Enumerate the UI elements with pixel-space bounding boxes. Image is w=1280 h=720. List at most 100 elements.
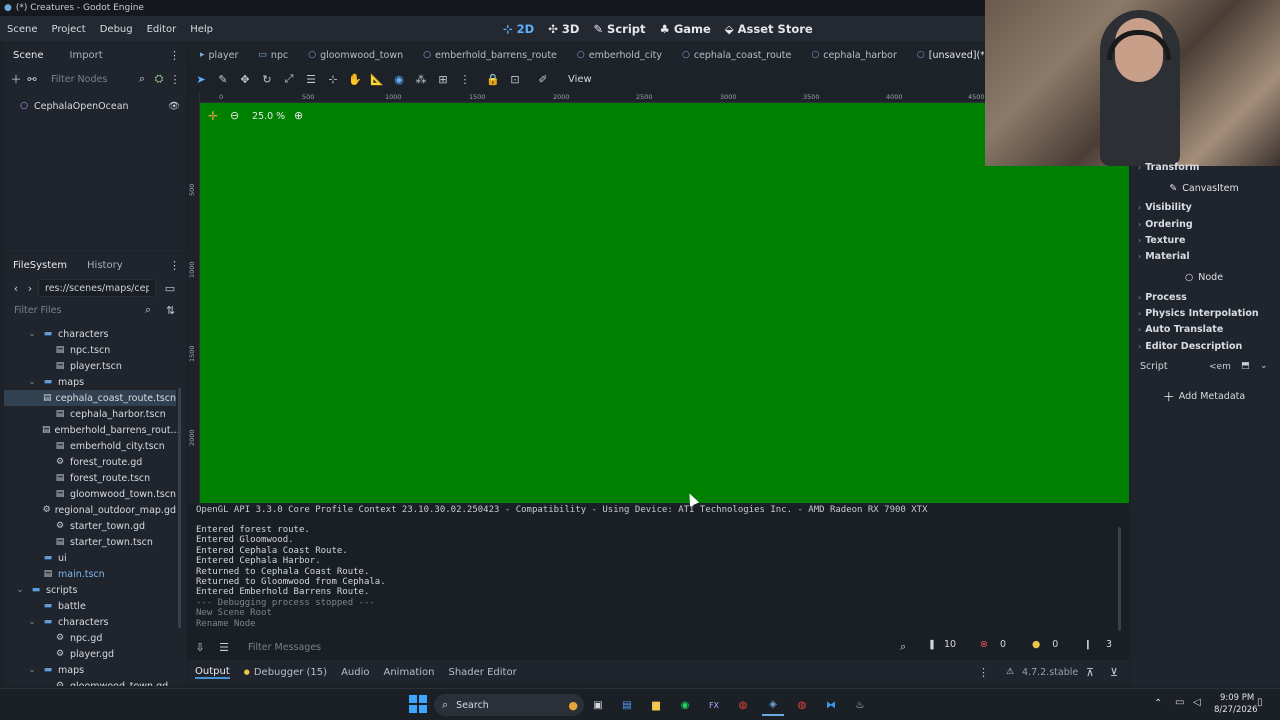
tab-output[interactable]: Output (195, 666, 230, 679)
file-item[interactable]: ▤ emberhold_city.tscn (4, 438, 176, 454)
smart-snap-icon[interactable]: ◉ (388, 68, 410, 90)
game-button[interactable]: ♣ Game (660, 22, 711, 36)
filter-files-input[interactable]: Filter Files (8, 301, 158, 319)
tab-shader-editor[interactable]: Shader Editor (448, 667, 516, 678)
scene-tab[interactable]: ○ gloomwood_town (308, 50, 403, 61)
more-icon[interactable]: ⋮ (978, 666, 989, 679)
notification-icon[interactable]: ▯ (1257, 697, 1263, 708)
file-item[interactable]: ▤ gloomwood_town.tscn (4, 486, 176, 502)
scene-tab[interactable]: ▭ npc (258, 50, 288, 61)
filter-all-toggle[interactable]: ❚ 10 (928, 639, 956, 650)
filter-nodes-input[interactable]: Filter Nodes (45, 70, 133, 88)
group-icon[interactable]: ⊡ (504, 68, 526, 90)
file-item[interactable]: ⚙ regional_outdoor_map.gd (4, 502, 176, 518)
menu-project[interactable]: Project (45, 24, 93, 35)
tab-filesystem[interactable]: FileSystem (4, 260, 73, 271)
inspector-section[interactable]: › Transform (1138, 162, 1199, 173)
snap-options-icon[interactable]: ⋮ (454, 68, 476, 90)
folder-item[interactable]: ⌄ ▬ maps (4, 662, 176, 678)
file-item[interactable]: ⚙ player.gd (4, 646, 176, 662)
layout-icon[interactable]: ⊼ (1086, 666, 1094, 679)
draw-tool-icon[interactable]: ✎ (212, 68, 234, 90)
scene-tab-active[interactable]: ○ [unsaved](*) (917, 50, 984, 61)
pivot-tool-icon[interactable]: ⊹ (322, 68, 344, 90)
chevron-down-icon[interactable]: ⌄ (26, 617, 38, 627)
tab-animation[interactable]: Animation (384, 667, 435, 678)
script-property-value[interactable]: <em (1209, 362, 1231, 372)
network-icon[interactable]: ▭ (1175, 697, 1184, 708)
add-node-icon[interactable]: ＋ (9, 71, 23, 87)
inspector-section[interactable]: › Texture (1138, 235, 1185, 246)
task-view-icon[interactable]: ▣ (587, 694, 609, 716)
folder-item[interactable]: ⌄ ▬ characters (4, 614, 176, 630)
inspector-section[interactable]: › Material (1138, 251, 1190, 262)
tray-chevron-icon[interactable]: ⌃ (1154, 698, 1162, 709)
windows-start-icon[interactable] (409, 695, 427, 713)
notepad-icon[interactable]: ▤ (616, 694, 638, 716)
file-item[interactable]: ▤ cephala_harbor.tscn (4, 406, 176, 422)
chevron-down-icon[interactable]: ⌄ (26, 377, 38, 387)
filter-errors-toggle[interactable]: ⊗ 0 (980, 639, 1006, 650)
inspector-category-header[interactable]: ✎ CanvasItem (1133, 183, 1275, 194)
zoom-out-icon[interactable]: ⊖ (230, 109, 239, 122)
file-item[interactable]: ▤ cephala_coast_route.tscn (4, 390, 176, 406)
view-menu[interactable]: View (568, 74, 592, 85)
scene-menu-icon[interactable]: ⋮ (169, 73, 181, 86)
scene-tab[interactable]: ○ cephala_coast_route (682, 50, 791, 61)
inspector-section[interactable]: › Ordering (1138, 219, 1193, 230)
2d-button[interactable]: ⊹ 2D (503, 22, 534, 36)
pan-tool-icon[interactable]: ✋ (344, 68, 366, 90)
scene-tab[interactable]: ○ emberhold_barrens_route (423, 50, 557, 61)
file-item[interactable]: ▤ forest_route.tscn (4, 470, 176, 486)
tab-history[interactable]: History (81, 260, 129, 271)
file-item[interactable]: ⚙ forest_route.gd (4, 454, 176, 470)
pin-panel-icon[interactable]: ⊻ (1110, 666, 1118, 679)
folder-item[interactable]: ⌄ ▬ characters (4, 326, 176, 342)
add-metadata-button[interactable]: ＋ Add Metadata (1160, 386, 1248, 406)
file-item[interactable]: ⚙ gloomwood_town.gd (4, 678, 176, 687)
select-tool-icon[interactable]: ➤ (190, 68, 212, 90)
volume-icon[interactable]: ◁ (1193, 697, 1201, 708)
3d-button[interactable]: ✣ 3D (548, 22, 579, 36)
inspector-section[interactable]: › Visibility (1138, 202, 1192, 213)
link-icon[interactable]: ⚯ (25, 73, 39, 86)
menu-editor[interactable]: Editor (140, 24, 184, 35)
chevron-down-icon[interactable]: ⌄ (1260, 361, 1268, 371)
filter-messages-toggle[interactable]: ❙ 3 (1084, 639, 1112, 650)
godot-icon[interactable]: ◈ (762, 694, 784, 716)
zoom-in-icon[interactable]: ⊕ (294, 109, 303, 122)
folder-item[interactable]: ⌄ ▬ scripts (4, 582, 176, 598)
filter-warnings-toggle[interactable]: ● 0 (1032, 639, 1058, 650)
folder-item[interactable]: ▬ ui (4, 550, 176, 566)
file-item[interactable]: ⚙ starter_town.gd (4, 518, 176, 534)
file-item[interactable]: ▤ main.tscn (4, 566, 176, 582)
steam-icon[interactable]: ♨ (849, 694, 871, 716)
file-explorer-icon[interactable]: ▆ (645, 694, 667, 716)
folder-item[interactable]: ⌄ ▬ maps (4, 374, 176, 390)
bone-icon[interactable]: ✐ (532, 68, 554, 90)
taskbar-time[interactable]: 9:09 PM (1220, 693, 1254, 703)
scene-tab[interactable]: ○ cephala_harbor (811, 50, 897, 61)
file-item[interactable]: ⚙ npc.gd (4, 630, 176, 646)
pin-icon[interactable]: ⇩ (188, 641, 212, 654)
inspector-section[interactable]: › Auto Translate (1138, 324, 1223, 335)
taskbar-search[interactable]: ⌕ Search ● (434, 694, 584, 716)
inspector-section[interactable]: › Process (1138, 292, 1187, 303)
spotify-icon[interactable]: ◉ (674, 694, 696, 716)
back-icon[interactable]: ‹ (8, 282, 24, 295)
tab-audio[interactable]: Audio (341, 667, 369, 678)
lock-icon[interactable]: 🔒 (482, 68, 504, 90)
split-view-icon[interactable]: ▭ (162, 282, 178, 295)
rotate-tool-icon[interactable]: ↻ (256, 68, 278, 90)
grid-snap-icon[interactable]: ⁂ (410, 68, 432, 90)
sort-icon[interactable]: ⇅ (166, 304, 175, 317)
filter-messages-input[interactable]: Filter Messages (242, 638, 842, 656)
chrome-icon[interactable]: ◍ (732, 694, 754, 716)
chevron-down-icon[interactable]: ⌄ (26, 329, 38, 339)
taskbar-date[interactable]: 8/27/2026 (1214, 705, 1258, 715)
tree-node-root[interactable]: ○ CephalaOpenOcean 👁 (18, 98, 184, 114)
chevron-down-icon[interactable]: ⌄ (14, 585, 26, 595)
menu-scene[interactable]: Scene (0, 24, 45, 35)
chevron-down-icon[interactable]: ⌄ (26, 665, 38, 675)
file-item[interactable]: ▤ emberhold_barrens_rout... (4, 422, 180, 438)
